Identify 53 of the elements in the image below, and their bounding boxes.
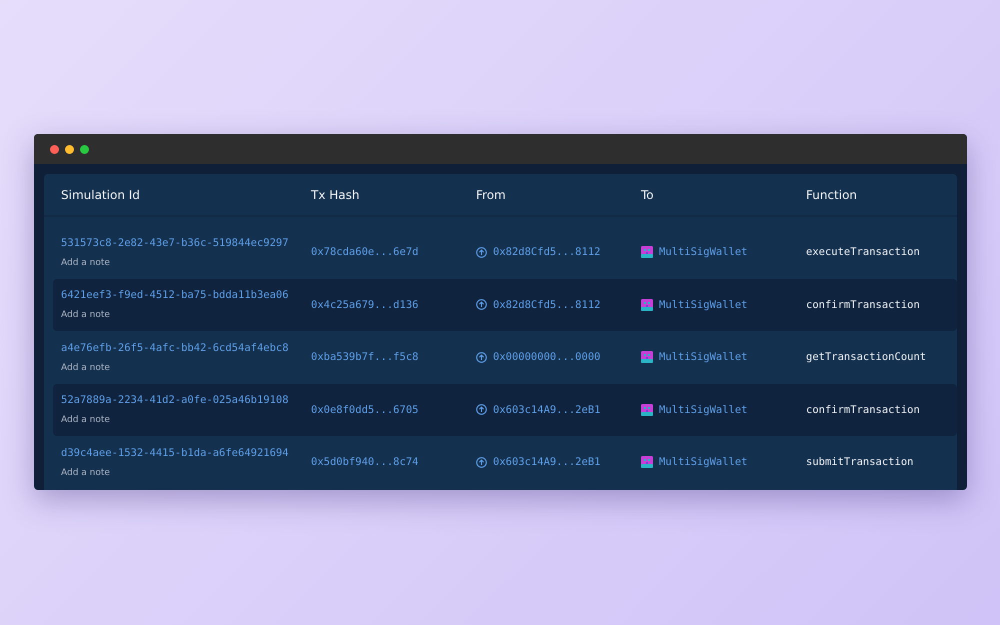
table-row[interactable]: 52a7889a-2234-41d2-a0fe-025a46b19108 Add a note 0x0e8f0dd5...6705 0x603c14A9...2eB1 MultiSigWallet confirmTransaction xyxy=(53,384,957,436)
from-address-link[interactable]: 0x82d8Cfd5...8112 xyxy=(493,246,600,258)
arrow-up-circle-icon xyxy=(476,246,487,258)
tx-hash-link[interactable]: 0x78cda60e...6e7d xyxy=(311,246,476,258)
table-row[interactable]: 531573c8-2e82-43e7-b36c-519844ec9297 Add a note 0x78cda60e...6e7d 0x82d8Cfd5...8112 MultiSigWallet executeTransaction xyxy=(53,226,957,278)
add-note-link[interactable]: Add a note xyxy=(61,310,110,320)
from-address-link[interactable]: 0x603c14A9...2eB1 xyxy=(493,404,600,416)
column-header: From xyxy=(476,188,507,202)
add-note-link[interactable]: Add a note xyxy=(61,415,110,426)
tx-hash-link[interactable]: 0x5d0bf940...8c74 xyxy=(311,456,476,468)
tx-hash-link[interactable]: 0x4c25a679...d136 xyxy=(311,298,476,311)
table-row[interactable]: d39c4aee-1532-4415-b1da-a6fe64921694 Add a note 0x5d0bf940...8c74 0x603c14A9...2eB1 MultiSigWallet submitTransaction xyxy=(53,436,957,488)
pixel-square-icon xyxy=(641,404,653,416)
arrow-up-circle-icon xyxy=(476,404,487,416)
add-note-link[interactable]: Add a note xyxy=(61,362,110,373)
from-address-link[interactable]: 0x603c14A9...2eB1 xyxy=(493,456,600,468)
contract-name-link[interactable]: MultiSigWallet xyxy=(659,456,748,468)
table-row[interactable]: 6421eef3-f9ed-4512-ba75-bdda11b3ea06 Add a note 0x4c25a679...d136 0x82d8Cfd5...8112 MultiSigWallet confirmTransaction xyxy=(53,278,957,331)
function-name: confirmTransaction xyxy=(806,298,921,311)
contract-name-link[interactable]: MultiSigWallet xyxy=(659,404,748,416)
pixel-square-icon xyxy=(641,298,653,311)
contract-name-link[interactable]: MultiSigWallet xyxy=(659,298,748,311)
column-header: Simulation Id xyxy=(61,188,141,202)
add-note-link[interactable]: Add a note xyxy=(61,468,110,478)
tx-hash-link[interactable]: 0xba539b7f...f5c8 xyxy=(311,351,476,364)
maximize-icon[interactable] xyxy=(80,144,89,154)
function-name: getTransactionCount xyxy=(806,351,928,364)
column-header: Tx Hash xyxy=(311,188,360,202)
simulation-id-link[interactable]: 52a7889a-2234-41d2-a0fe-025a46b19108 xyxy=(61,394,289,406)
pixel-square-icon xyxy=(641,351,653,364)
pixel-square-icon xyxy=(641,246,653,258)
column-header: To xyxy=(641,188,655,202)
function-name: confirmTransaction xyxy=(806,404,921,416)
contract-name-link[interactable]: MultiSigWallet xyxy=(659,351,748,364)
table-row[interactable]: a4e76efb-26f5-4afc-bb42-6cd54af4ebc8 Add a note 0xba539b7f...f5c8 0x00000000...0000 MultiSigWallet getTransactionCount xyxy=(53,331,957,384)
pixel-square-icon xyxy=(641,456,653,468)
simulation-id-link[interactable]: d39c4aee-1532-4415-b1da-a6fe64921694 xyxy=(61,446,289,459)
minimize-icon[interactable] xyxy=(65,144,74,154)
simulation-id-link[interactable]: a4e76efb-26f5-4afc-bb42-6cd54af4ebc8 xyxy=(61,342,289,354)
function-name: executeTransaction xyxy=(806,246,921,258)
function-name: submitTransaction xyxy=(806,456,914,468)
contract-name-link[interactable]: MultiSigWallet xyxy=(659,246,748,258)
from-address-link[interactable]: 0x00000000...0000 xyxy=(493,351,600,364)
close-icon[interactable] xyxy=(50,144,59,154)
column-header: Function xyxy=(806,188,858,202)
add-note-link[interactable]: Add a note xyxy=(61,258,110,268)
arrow-up-circle-icon xyxy=(476,352,487,363)
simulation-id-link[interactable]: 531573c8-2e82-43e7-b36c-519844ec9297 xyxy=(61,236,289,249)
tx-hash-link[interactable]: 0x0e8f0dd5...6705 xyxy=(311,404,476,416)
simulation-id-link[interactable]: 6421eef3-f9ed-4512-ba75-bdda11b3ea06 xyxy=(61,289,289,302)
from-address-link[interactable]: 0x82d8Cfd5...8112 xyxy=(493,298,600,311)
arrow-up-circle-icon xyxy=(476,456,487,468)
arrow-up-circle-icon xyxy=(476,299,487,310)
